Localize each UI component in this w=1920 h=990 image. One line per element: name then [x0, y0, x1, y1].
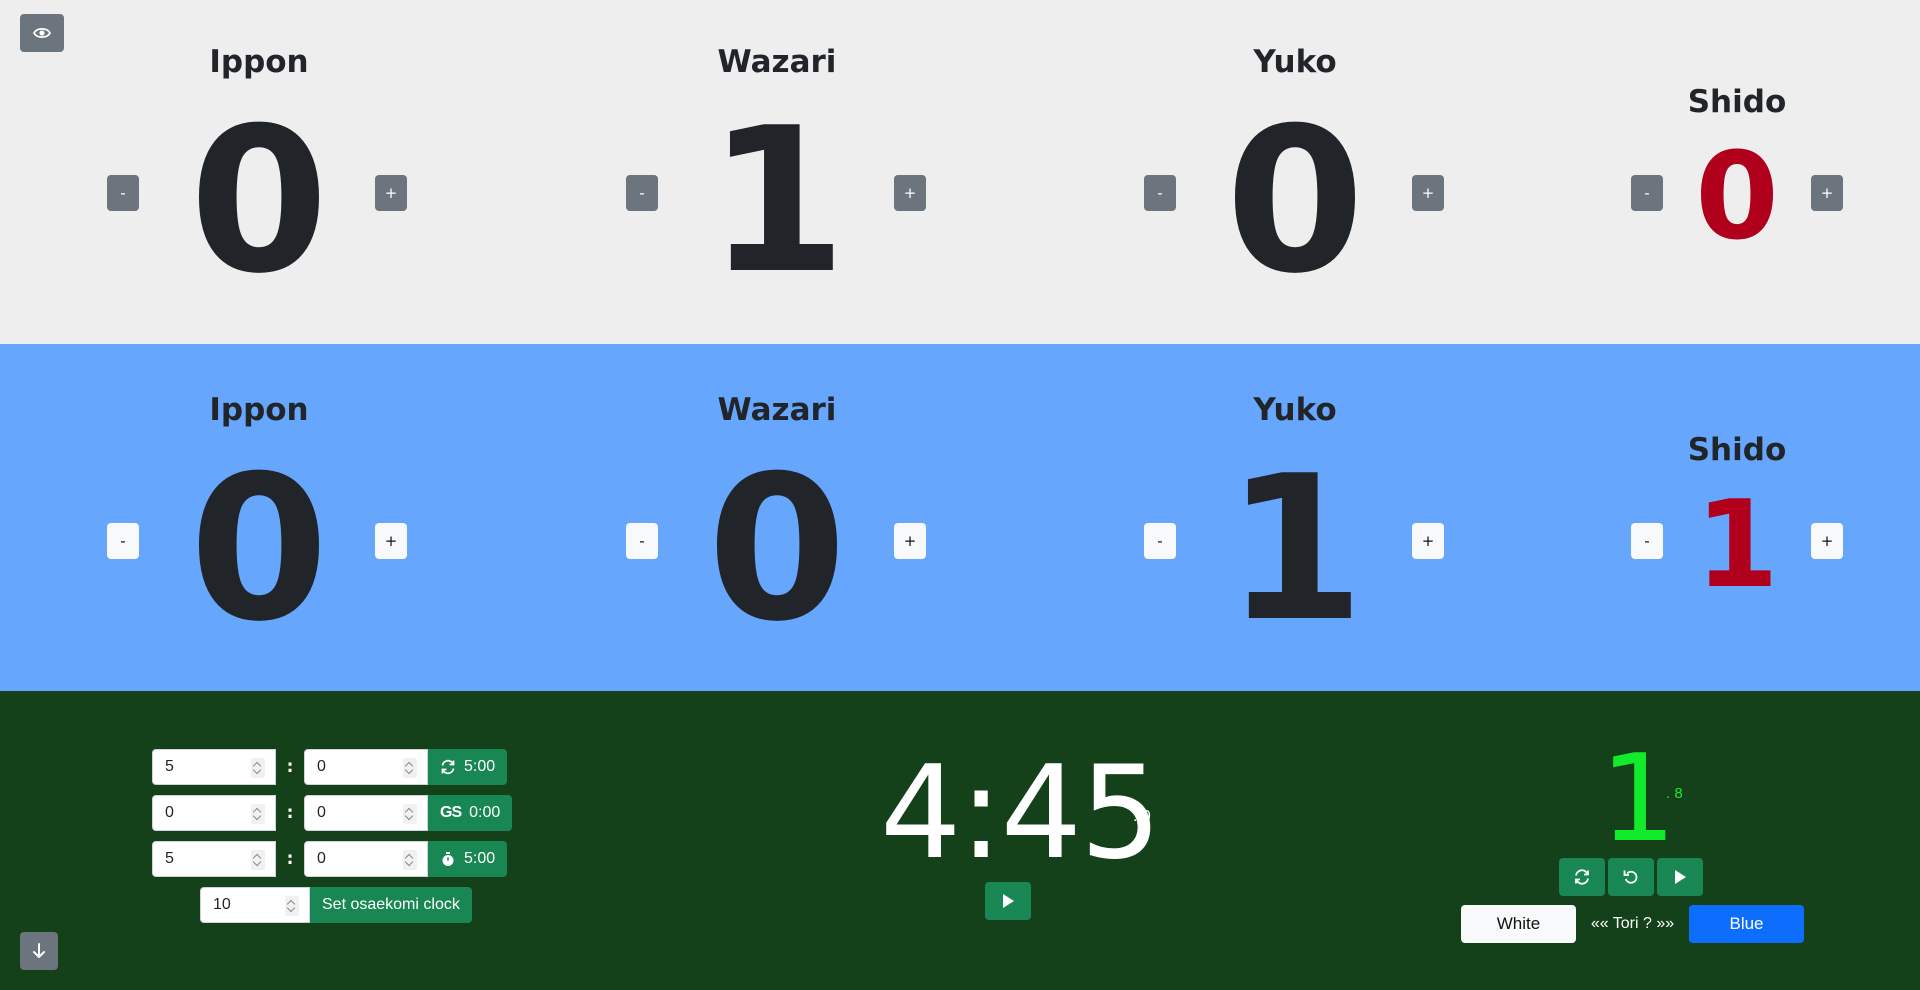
blue-yuko-value: 1	[1225, 433, 1365, 666]
osaekomi-reset-button[interactable]	[1559, 858, 1605, 896]
tori-blue-button[interactable]: Blue	[1689, 905, 1804, 943]
match-seconds-input[interactable]: 0	[304, 749, 428, 785]
blue-yuko: Yuko - 1 +	[1135, 344, 1455, 691]
osaekomi-setting-row: 10 Set osaekomi clock	[200, 887, 472, 923]
countdown-seconds-input[interactable]: 0	[304, 841, 428, 877]
white-wazari-value: 1	[707, 85, 847, 318]
blue-ippon-plus-button[interactable]: +	[375, 523, 407, 559]
tori-white-button[interactable]: White	[1461, 905, 1576, 943]
spinner-icon[interactable]	[403, 758, 417, 778]
gs-minutes-input[interactable]: 0	[152, 795, 276, 831]
match-minutes-input[interactable]: 5	[152, 749, 276, 785]
blue-yuko-plus-button[interactable]: +	[1412, 523, 1444, 559]
ippon-label: Ippon	[209, 392, 309, 428]
blue-wazari-plus-button[interactable]: +	[894, 523, 926, 559]
golden-score-row: 0 : 0 GS 0:00	[152, 795, 513, 831]
refresh-icon	[1575, 869, 1589, 885]
ippon-label: Ippon	[209, 44, 309, 80]
match-time-label: 5:00	[464, 758, 496, 775]
countdown-row: 5 : 0 5:00	[152, 841, 508, 877]
stopwatch-icon	[442, 852, 454, 866]
main-clock-play-button[interactable]	[985, 882, 1031, 920]
white-wazari-plus-button[interactable]: +	[894, 175, 926, 211]
main-clock: 4:45	[880, 739, 1161, 888]
white-ippon-plus-button[interactable]: +	[375, 175, 407, 211]
match-minutes-value: 5	[165, 758, 174, 775]
white-yuko-plus-button[interactable]: +	[1412, 175, 1444, 211]
set-golden-score-button[interactable]: GS 0:00	[428, 795, 513, 831]
blue-shido-plus-button[interactable]: +	[1811, 523, 1843, 559]
white-ippon: Ippon - 0 +	[99, 0, 419, 344]
osaekomi-play-button[interactable]	[1657, 858, 1703, 896]
spinner-icon[interactable]	[403, 804, 417, 824]
spinner-icon[interactable]	[251, 758, 265, 778]
spinner-icon[interactable]	[251, 850, 265, 870]
white-scoreboard: Ippon - 0 + Wazari - 1 + Yuko - 0 + Shid…	[0, 0, 1920, 344]
toggle-visibility-button[interactable]	[20, 14, 64, 52]
white-yuko-value: 0	[1225, 85, 1365, 318]
set-match-time-button[interactable]: 5:00	[428, 749, 508, 785]
match-seconds-value: 0	[317, 758, 326, 775]
shido-label: Shido	[1687, 432, 1787, 468]
spinner-icon[interactable]	[285, 896, 299, 916]
white-wazari: Wazari - 1 +	[617, 0, 937, 344]
refresh-icon	[441, 759, 455, 775]
eye-icon	[33, 27, 51, 39]
osaekomi-setting-value: 10	[213, 896, 231, 913]
tori-prompt: «« Tori ? »»	[1590, 915, 1675, 932]
osaekomi-clock: 1	[1600, 730, 1677, 869]
undo-icon	[1623, 870, 1638, 884]
spinner-icon[interactable]	[251, 804, 265, 824]
gs-seconds-input[interactable]: 0	[304, 795, 428, 831]
gs-minutes-value: 0	[165, 804, 174, 821]
blue-ippon-value: 0	[189, 433, 329, 666]
osaekomi-clock-tenths: . 8	[1666, 785, 1683, 802]
blue-ippon: Ippon - 0 +	[99, 344, 419, 691]
golden-score-icon: GS	[440, 804, 462, 821]
spinner-icon[interactable]	[403, 850, 417, 870]
yuko-label: Yuko	[1253, 392, 1337, 428]
time-colon: :	[286, 757, 294, 777]
white-shido-plus-button[interactable]: +	[1811, 175, 1843, 211]
set-osaekomi-clock-button[interactable]: Set osaekomi clock	[310, 887, 472, 923]
main-clock-tenths: . 0	[1133, 808, 1151, 825]
play-icon	[1675, 870, 1686, 884]
golden-score-label: 0:00	[469, 804, 501, 821]
countdown-minutes-input[interactable]: 5	[152, 841, 276, 877]
blue-scoreboard: Ippon - 0 + Wazari - 0 + Yuko - 1 + Shid…	[0, 344, 1920, 691]
countdown-seconds-value: 0	[317, 850, 326, 867]
blue-shido: Shido - 1 +	[1617, 344, 1857, 691]
match-time-row: 5 : 0 5:00	[152, 749, 508, 785]
white-shido: Shido - 0 +	[1617, 0, 1857, 344]
scroll-down-button[interactable]	[20, 932, 58, 970]
white-ippon-value: 0	[189, 85, 329, 318]
osaekomi-undo-button[interactable]	[1608, 858, 1654, 896]
white-yuko: Yuko - 0 +	[1135, 0, 1455, 344]
shido-label: Shido	[1687, 84, 1787, 120]
blue-wazari-value: 0	[707, 433, 847, 666]
osaekomi-seconds-input[interactable]: 10	[200, 887, 310, 923]
wazari-label: Wazari	[717, 392, 837, 428]
wazari-label: Wazari	[717, 44, 837, 80]
play-icon	[1003, 894, 1014, 908]
countdown-minutes-value: 5	[165, 850, 174, 867]
yuko-label: Yuko	[1253, 44, 1337, 80]
time-colon: :	[286, 849, 294, 869]
countdown-label: 5:00	[464, 850, 496, 867]
gs-seconds-value: 0	[317, 804, 326, 821]
time-colon: :	[286, 803, 294, 823]
arrow-down-icon	[33, 943, 45, 958]
set-countdown-button[interactable]: 5:00	[428, 841, 508, 877]
tori-selector: White «« Tori ? »» Blue	[1461, 905, 1804, 943]
blue-wazari: Wazari - 0 +	[617, 344, 937, 691]
